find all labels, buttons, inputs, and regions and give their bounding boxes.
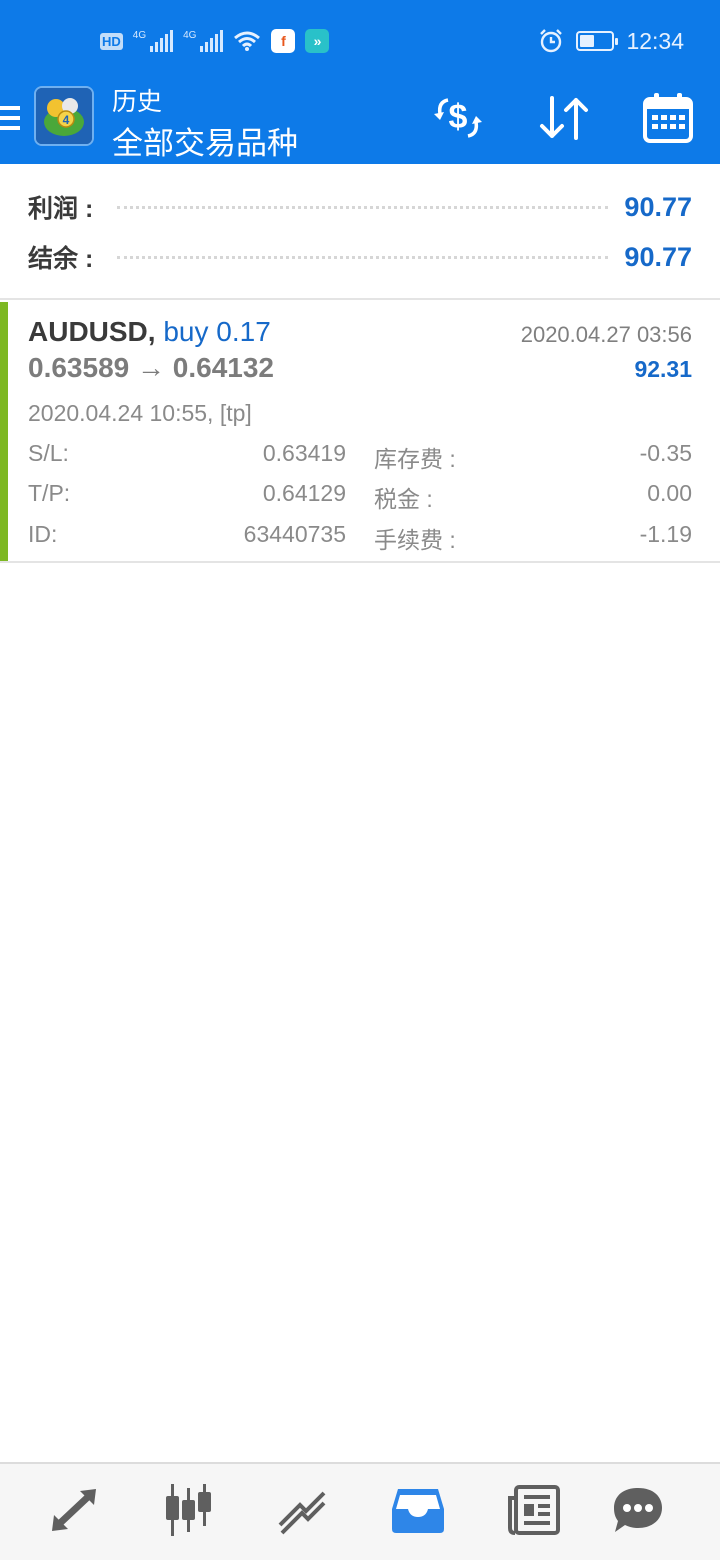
clock: 12:34 (626, 27, 684, 54)
trade-type: buy 0.17 (163, 316, 271, 347)
app-notification-icon: f (271, 29, 296, 53)
quotes-icon[interactable] (38, 1480, 110, 1540)
bottom-navigation (0, 1462, 720, 1560)
message-notification-icon: » (305, 29, 330, 53)
profit-value: 90.77 (624, 191, 692, 222)
battery-icon (576, 31, 619, 51)
trade-detail-row: ID: 63440735 手续费 : -1.19 (28, 521, 692, 553)
symbol-filter[interactable]: 全部交易品种 (112, 118, 298, 163)
sort-icon[interactable] (536, 92, 592, 144)
balance-label: 结余 : (28, 245, 94, 273)
trade-symbol: AUDUSD, (28, 316, 156, 347)
history-summary: 利润 : 90.77 结余 : 90.77 (0, 165, 720, 300)
dotted-leader (117, 205, 609, 209)
tp-label: T/P: (28, 480, 71, 506)
trade-history-item[interactable]: AUDUSD, buy 0.17 2020.04.27 03:56 0.6358… (0, 302, 720, 563)
trade-close-time: 2020.04.27 03:56 (520, 322, 692, 347)
history-icon[interactable] (382, 1480, 454, 1540)
trade-profit: 92.31 (634, 356, 692, 382)
menu-icon[interactable] (0, 102, 22, 134)
chart-icon[interactable] (152, 1480, 224, 1540)
alarm-icon (540, 29, 563, 53)
chat-icon[interactable] (602, 1480, 674, 1540)
trade-icon[interactable] (266, 1480, 338, 1540)
app-logo[interactable]: 4 (34, 86, 94, 146)
trade-detail-row: S/L: 0.63419 库存费 : -0.35 (28, 440, 692, 472)
profit-label: 利润 : (28, 195, 94, 223)
signal-sim1-icon: 4G (133, 30, 174, 52)
app-bar: 4 历史 全部交易品种 $ (0, 82, 720, 164)
tp-value: 0.64129 (262, 480, 346, 506)
calendar-icon[interactable] (640, 92, 696, 144)
svg-text:$: $ (449, 98, 468, 136)
svg-text:4: 4 (63, 113, 70, 127)
id-label: ID: (28, 521, 58, 547)
profit-row: 利润 : 90.77 (28, 187, 692, 227)
trade-header: AUDUSD, buy 0.17 (28, 316, 271, 348)
trade-detail-row: T/P: 0.64129 税金 : 0.00 (28, 480, 692, 512)
swap-label: 库存费 : (374, 446, 456, 472)
id-value: 63440735 (243, 521, 346, 547)
trade-indicator-bar (0, 302, 8, 561)
trade-open-info: 2020.04.24 10:55, [tp] (28, 400, 252, 426)
taxes-label: 税金 : (374, 486, 433, 512)
page-title: 历史 (112, 88, 163, 116)
balance-row: 结余 : 90.77 (28, 237, 692, 277)
commission-label: 手续费 : (374, 527, 456, 553)
news-icon[interactable] (498, 1480, 570, 1540)
wifi-icon (234, 31, 261, 51)
signal-sim2-icon: 4G (183, 30, 224, 52)
taxes-value: 0.00 (647, 480, 692, 506)
sl-label: S/L: (28, 440, 69, 466)
currency-exchange-icon[interactable]: $ (430, 92, 486, 144)
hd-icon: HD (100, 32, 123, 50)
status-bar: HD 4G 4G f » 12:34 (0, 0, 720, 82)
balance-value: 90.77 (624, 241, 692, 272)
swap-value: -0.35 (639, 440, 692, 466)
sl-value: 0.63419 (262, 440, 346, 466)
dotted-leader (117, 255, 609, 259)
commission-value: -1.19 (639, 521, 692, 547)
trade-prices: 0.63589 → 0.64132 (28, 352, 274, 383)
